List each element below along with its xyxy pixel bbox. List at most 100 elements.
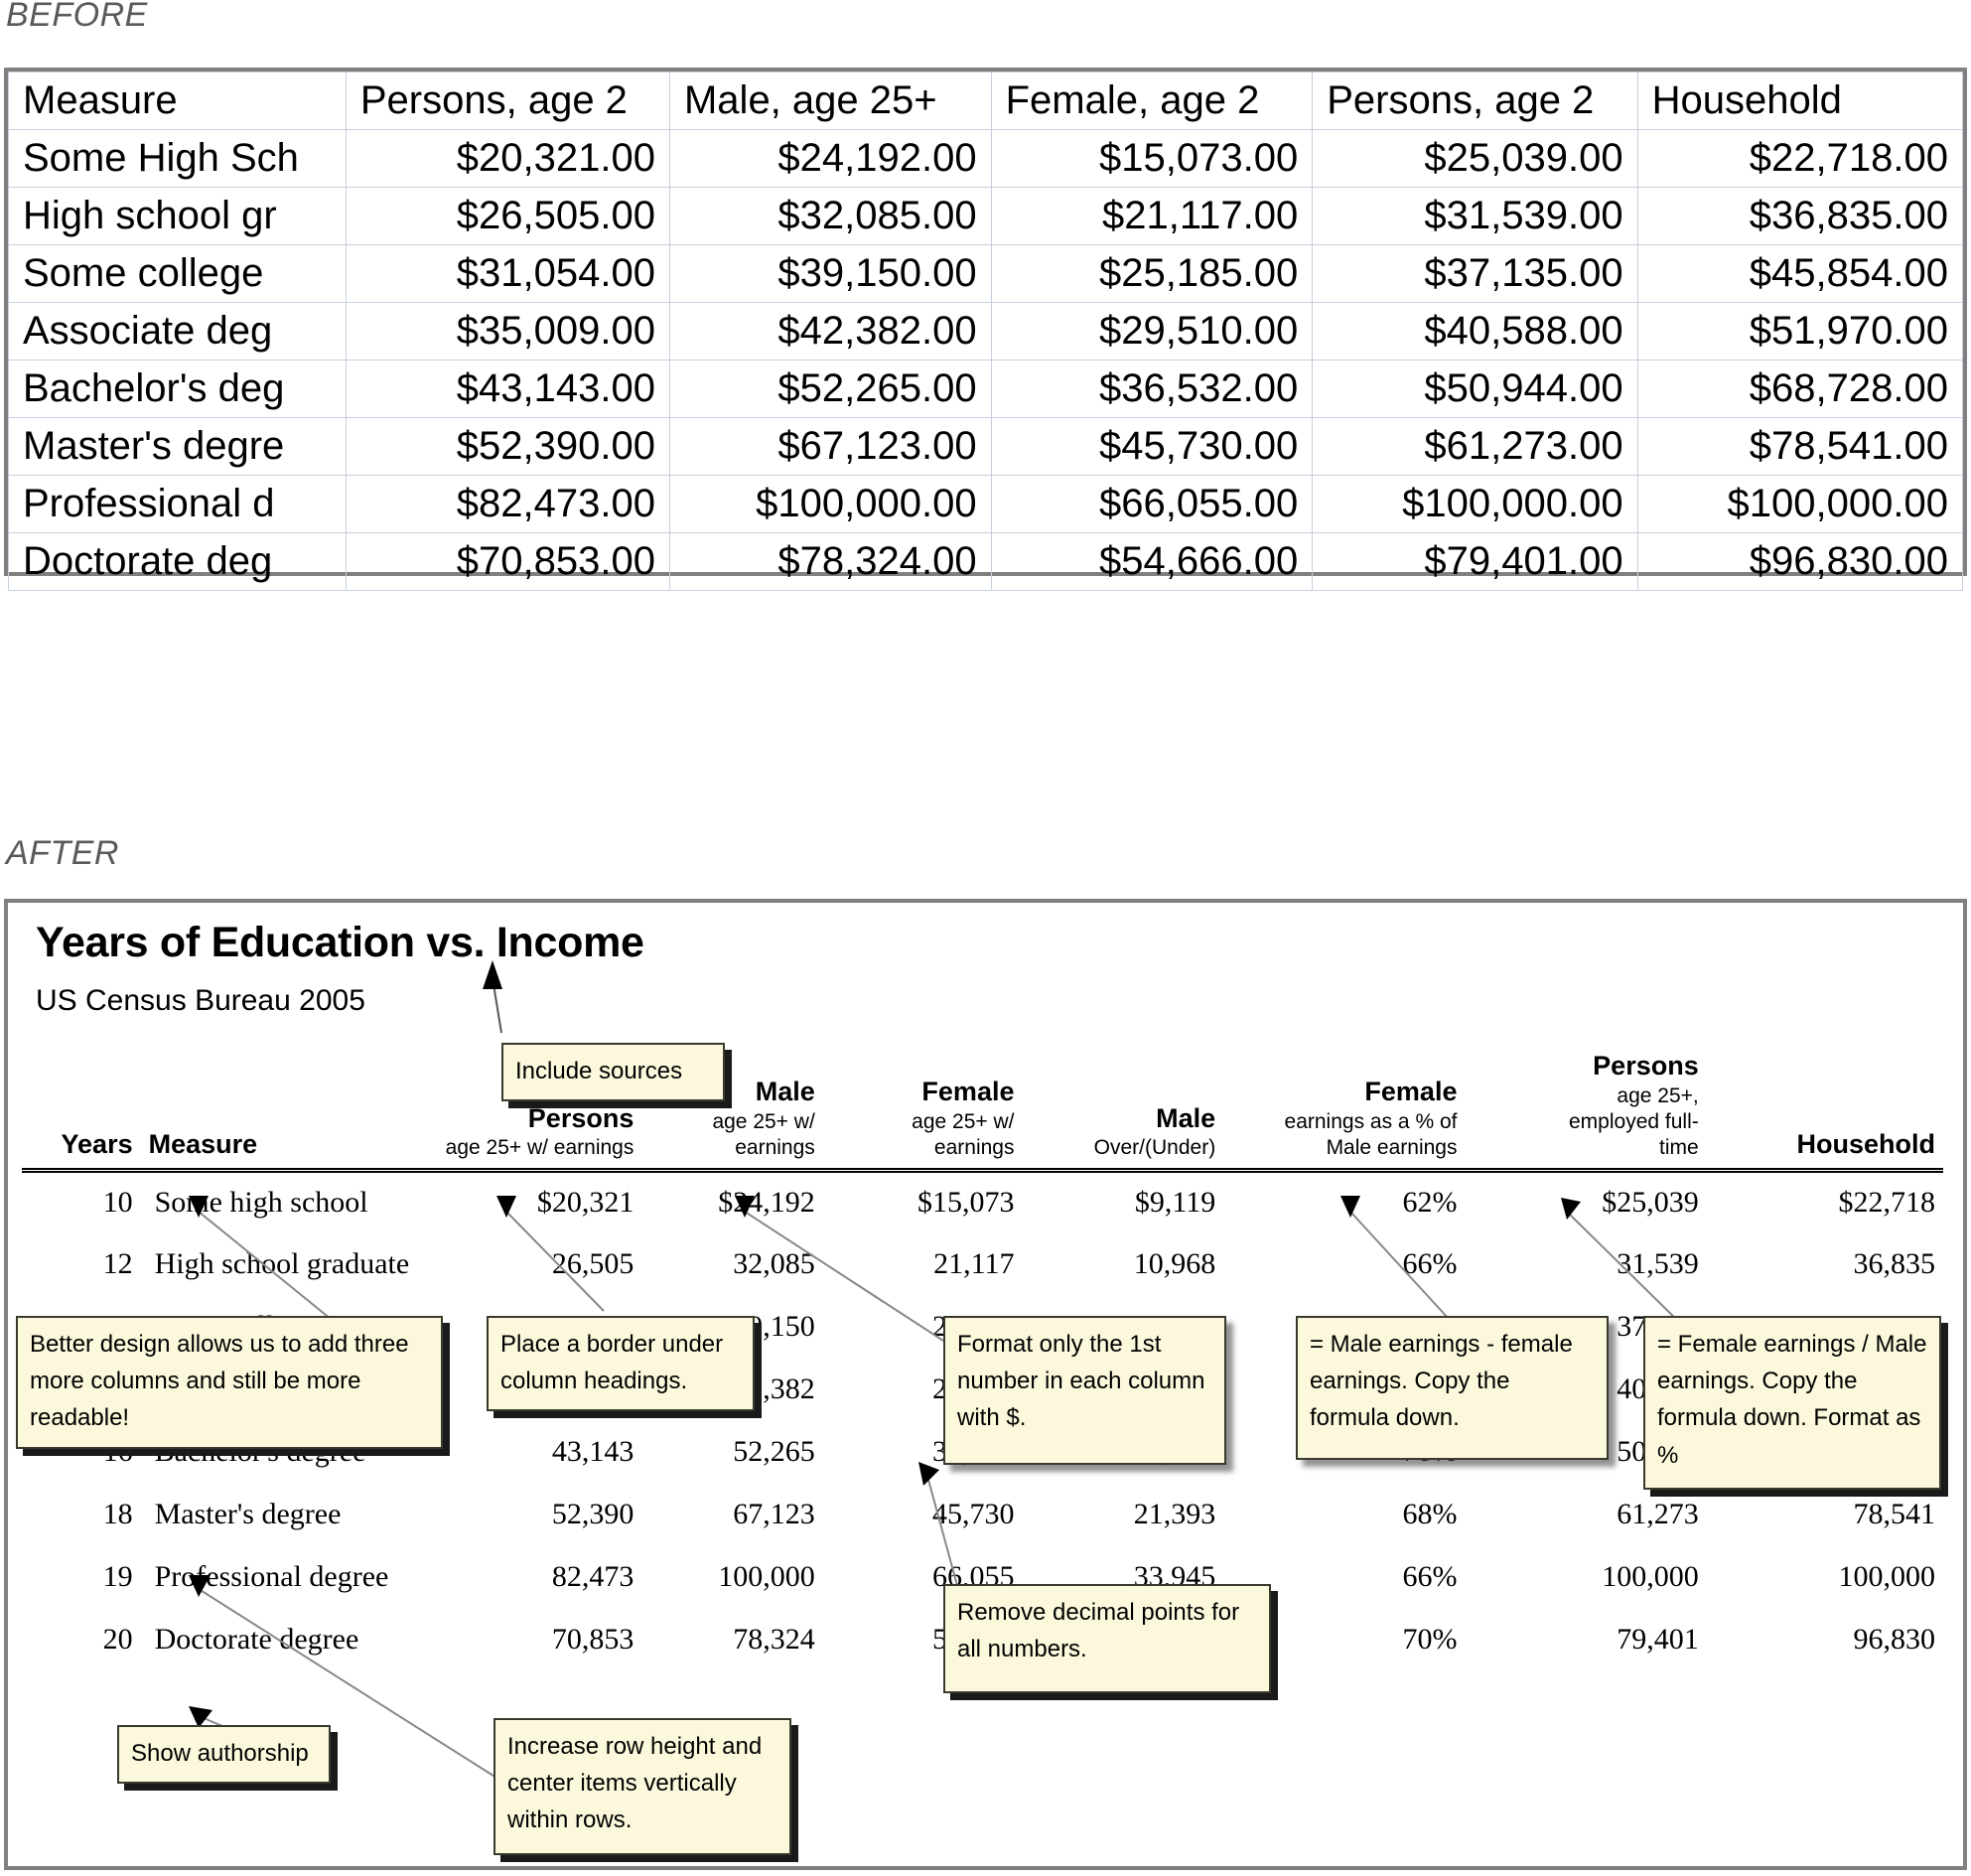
- callout-row-height[interactable]: Increase row height and center items ver…: [493, 1718, 791, 1855]
- callout-female-over-male-formula[interactable]: = Female earnings / Male earnings. Copy …: [1643, 1316, 1941, 1490]
- after-cell-measure: Some high school: [154, 1185, 368, 1219]
- after-col-header-pct-sub1: earnings as a % of: [1284, 1110, 1458, 1133]
- before-cell-value: $100,000.00: [668, 475, 992, 533]
- before-cell-measure: Doctorate deg: [8, 532, 347, 591]
- table-row: Associate deg $35,009.00 $42,382.00 $29,510…: [8, 302, 1964, 361]
- before-col-header-household: Household: [1636, 72, 1964, 130]
- before-cell-value: $45,730.00: [990, 417, 1314, 476]
- after-cell-persons: 26,505: [551, 1246, 634, 1280]
- after-col-header-fulltime-sub2: employed full-: [1569, 1110, 1699, 1133]
- after-header-row: Years Measure Persons age 25+ w/ earning…: [22, 1050, 1943, 1170]
- callout-better-design[interactable]: Better design allows us to add three mor…: [16, 1316, 443, 1449]
- after-col-header-female-sub2: earnings: [933, 1136, 1015, 1160]
- callout-include-sources[interactable]: Include sources: [501, 1043, 725, 1102]
- before-cell-value: $67,123.00: [668, 417, 992, 476]
- after-cell-male: 67,123: [733, 1497, 815, 1530]
- after-cell-pct: 62%: [1402, 1185, 1458, 1219]
- table-row: 10 Some high school $20,321 $24,192 $15,073 $…: [22, 1170, 1943, 1232]
- after-col-header-female-sub1: age 25+ w/: [912, 1110, 1015, 1133]
- after-cell-pct: 68%: [1402, 1497, 1458, 1530]
- before-cell-measure: Bachelor's deg: [8, 360, 347, 418]
- before-cell-value: $26,505.00: [345, 187, 670, 245]
- after-col-header-fulltime-sub3: time: [1659, 1136, 1699, 1160]
- after-section-caption: AFTER: [6, 834, 119, 872]
- before-cell-value: $40,588.00: [1312, 302, 1638, 361]
- after-col-header-fulltime-title: Persons: [1593, 1051, 1699, 1081]
- after-cell-persons: $20,321: [536, 1185, 634, 1219]
- before-cell-value: $51,970.00: [1636, 302, 1964, 361]
- after-cell-household: 100,000: [1838, 1559, 1936, 1593]
- before-cell-measure: Some High Sch: [8, 129, 347, 188]
- before-cell-value: $52,390.00: [345, 417, 670, 476]
- before-cell-measure: High school gr: [8, 187, 347, 245]
- after-cell-years: 10: [102, 1185, 133, 1219]
- callout-format-first-number[interactable]: Format only the 1st number in each colum…: [943, 1316, 1226, 1465]
- callout-border-under-headings[interactable]: Place a border under column headings.: [487, 1316, 755, 1412]
- after-cell-measure: Master's degree: [154, 1497, 342, 1530]
- after-title: Years of Education vs. Income: [36, 919, 644, 966]
- before-col-header-persons-fulltime: Persons, age 2: [1312, 72, 1638, 130]
- before-cell-value: $45,854.00: [1636, 244, 1964, 303]
- before-cell-value: $52,265.00: [668, 360, 992, 418]
- before-cell-value: $42,382.00: [668, 302, 992, 361]
- table-row: Professional d $82,473.00 $100,000.00 $66,0…: [8, 475, 1964, 533]
- after-col-header-persons-sub: age 25+ w/ earnings: [445, 1136, 634, 1160]
- slide-canvas: BEFORE Measure Persons, age 2 Male, age …: [0, 0, 1971, 1876]
- table-row: Doctorate deg $70,853.00 $78,324.00 $54,666…: [8, 532, 1964, 591]
- before-cell-value: $36,532.00: [990, 360, 1314, 418]
- after-cell-years: 19: [102, 1559, 133, 1593]
- before-cell-value: $31,054.00: [345, 244, 670, 303]
- before-header-row: Measure Persons, age 2 Male, age 25+ Fem…: [8, 72, 1964, 130]
- before-cell-value: $100,000.00: [1312, 475, 1638, 533]
- after-cell-measure: Doctorate degree: [154, 1622, 359, 1656]
- after-cell-years: 12: [102, 1246, 133, 1280]
- after-col-header-male-sub1: age 25+ w/: [712, 1110, 815, 1133]
- after-cell-household: 78,541: [1853, 1497, 1936, 1530]
- before-cell-value: $32,085.00: [668, 187, 992, 245]
- before-col-header-male: Male, age 25+: [668, 72, 992, 130]
- callout-show-authorship[interactable]: Show authorship: [117, 1725, 331, 1785]
- table-row: Master's degre $52,390.00 $67,123.00 $45,73…: [8, 417, 1964, 476]
- after-col-header-female-title: Female: [921, 1077, 1015, 1107]
- after-col-header-pct: Female earnings as a % of Male earnings: [1223, 1050, 1465, 1170]
- callout-male-minus-female-formula[interactable]: = Male earnings - female earnings. Copy …: [1296, 1316, 1609, 1460]
- after-cell-household: 36,835: [1853, 1246, 1936, 1280]
- before-cell-value: $25,039.00: [1312, 129, 1638, 188]
- before-cell-measure: Associate deg: [8, 302, 347, 361]
- after-cell-male: 52,265: [733, 1434, 815, 1468]
- after-col-header-fulltime-sub1: age 25+,: [1617, 1083, 1699, 1107]
- after-cell-measure: Professional degree: [154, 1559, 389, 1593]
- before-cell-value: $25,185.00: [990, 244, 1314, 303]
- after-cell-fulltime: 31,539: [1617, 1246, 1699, 1280]
- after-col-header-male-sub2: earnings: [735, 1136, 815, 1160]
- after-cell-over-under: $9,119: [1134, 1185, 1216, 1219]
- before-cell-value: $22,718.00: [1636, 129, 1964, 188]
- before-cell-value: $43,143.00: [345, 360, 670, 418]
- before-col-header-measure: Measure: [8, 72, 347, 130]
- after-cell-fulltime: 61,273: [1617, 1497, 1699, 1530]
- before-cell-measure: Professional d: [8, 475, 347, 533]
- after-cell-persons: 70,853: [551, 1622, 634, 1656]
- before-cell-value: $39,150.00: [668, 244, 992, 303]
- after-cell-persons: 52,390: [551, 1497, 634, 1530]
- table-row: 12 High school graduate 26,505 32,085 21,117…: [22, 1232, 1943, 1295]
- before-cell-value: $36,835.00: [1636, 187, 1964, 245]
- before-cell-value: $21,117.00: [990, 187, 1314, 245]
- before-table-frame: Measure Persons, age 2 Male, age 25+ Fem…: [4, 68, 1967, 591]
- before-cell-measure: Some college: [8, 244, 347, 303]
- before-cell-value: $31,539.00: [1312, 187, 1638, 245]
- after-cell-household: $22,718: [1838, 1185, 1936, 1219]
- table-row: Bachelor's deg $43,143.00 $52,265.00 $36,53…: [8, 360, 1964, 418]
- after-col-header-female: Female age 25+ w/ earnings: [823, 1050, 1023, 1170]
- before-cell-value: $35,009.00: [345, 302, 670, 361]
- after-col-header-over-under: Male Over/(Under): [1022, 1050, 1223, 1170]
- before-cell-value: $82,473.00: [345, 475, 670, 533]
- before-cell-value: $50,944.00: [1312, 360, 1638, 418]
- callout-remove-decimals[interactable]: Remove decimal points for all numbers.: [943, 1584, 1271, 1693]
- before-cell-value: $37,135.00: [1312, 244, 1638, 303]
- table-row: 18 Master's degree 52,390 67,123 45,730 21,39…: [22, 1483, 1943, 1545]
- after-col-header-years: Years: [61, 1128, 133, 1159]
- before-cell-value: $79,401.00: [1312, 532, 1638, 591]
- after-cell-fulltime: 100,000: [1602, 1559, 1699, 1593]
- table-row: Some college $31,054.00 $39,150.00 $25,185.…: [8, 244, 1964, 303]
